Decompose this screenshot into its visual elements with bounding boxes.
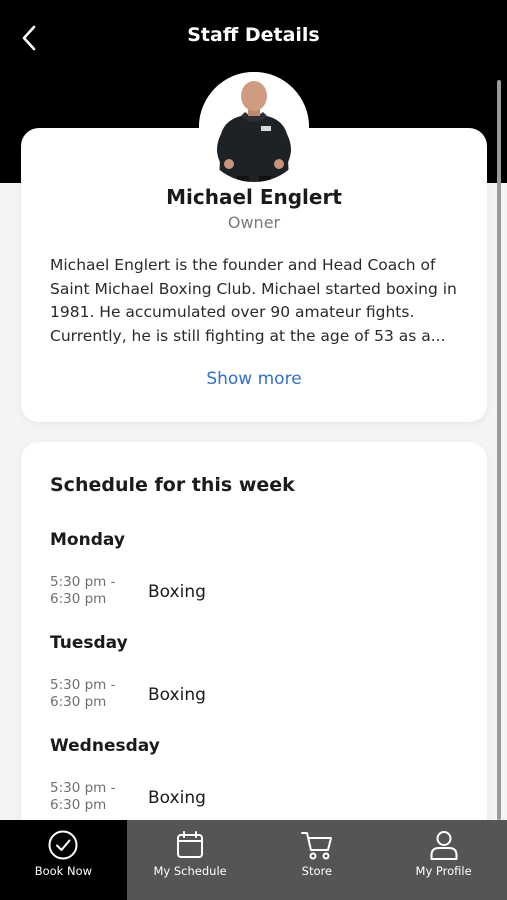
slot-time-end: 6:30 pm xyxy=(50,591,107,607)
tab-label: My Schedule xyxy=(153,864,227,878)
scrollbar[interactable] xyxy=(497,80,501,820)
person-icon xyxy=(430,831,458,860)
slot-time-end: 6:30 pm xyxy=(50,694,107,710)
tab-my-schedule[interactable]: My Schedule xyxy=(127,820,254,900)
tab-label: Book Now xyxy=(34,864,93,878)
slot-time: 5:30 pm - 6:30 pm xyxy=(50,574,140,608)
slot-class-name[interactable]: Boxing xyxy=(148,788,206,808)
tab-label: Store xyxy=(301,864,333,878)
slot-class-name[interactable]: Boxing xyxy=(148,582,206,602)
tab-label: My Profile xyxy=(415,864,472,878)
day-heading-monday: Monday xyxy=(50,530,125,550)
slot-time-start: 5:30 pm - xyxy=(50,677,116,693)
day-heading-wednesday: Wednesday xyxy=(50,736,160,756)
slot-time: 5:30 pm - 6:30 pm xyxy=(50,677,140,711)
schedule-title: Schedule for this week xyxy=(50,474,295,496)
tab-my-profile[interactable]: My Profile xyxy=(380,820,507,900)
staff-photo xyxy=(199,72,309,182)
staff-name: Michael Englert xyxy=(166,185,342,209)
tab-store[interactable]: Store xyxy=(254,820,381,900)
day-heading-tuesday: Tuesday xyxy=(50,633,128,653)
bottom-tab-bar: Book Now My Schedule Store My Profile xyxy=(0,820,507,900)
slot-time-start: 5:30 pm - xyxy=(50,574,116,590)
staff-bio: Michael Englert is the founder and Head … xyxy=(50,256,457,345)
slot-time-end: 6:30 pm xyxy=(50,797,107,813)
avatar xyxy=(199,72,309,182)
page-title: Staff Details xyxy=(187,24,320,46)
calendar-icon xyxy=(177,831,204,858)
slot-class-name[interactable]: Boxing xyxy=(148,685,206,705)
slot-time: 5:30 pm - 6:30 pm xyxy=(50,780,140,814)
cart-icon xyxy=(300,832,332,860)
staff-role: Owner xyxy=(227,213,281,232)
tab-book-now[interactable]: Book Now xyxy=(0,820,127,900)
check-circle-icon xyxy=(48,830,78,860)
slot-time-start: 5:30 pm - xyxy=(50,780,116,796)
show-more-link[interactable]: Show more xyxy=(21,369,487,389)
